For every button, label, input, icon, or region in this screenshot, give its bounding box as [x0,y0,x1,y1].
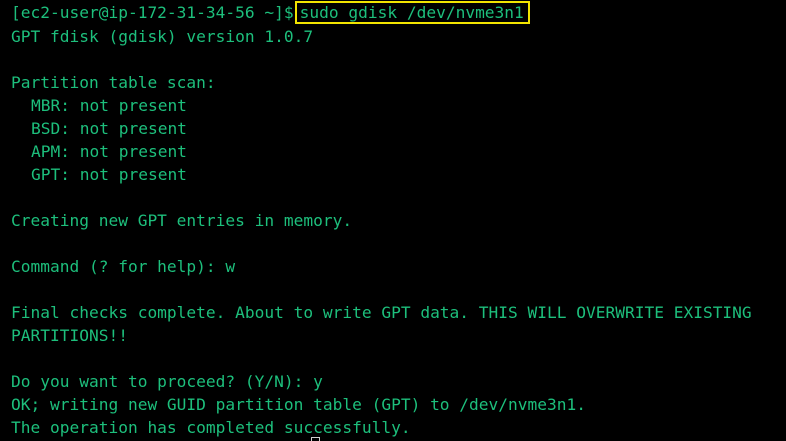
terminal-window[interactable]: [ec2-user@ip-172-31-34-56 ~]$ sudo gdisk … [0,0,786,441]
final-checks-line-1: Final checks complete. About to write GP… [11,303,752,322]
command-prompt-line: Command (? for help): w [11,257,236,276]
writing-line: OK; writing new GUID partition table (GP… [11,395,586,414]
scan-mbr-line: MBR: not present [31,96,187,115]
proceed-line: Do you want to proceed? (Y/N): y [11,372,323,391]
scan-gpt-line: GPT: not present [31,165,187,184]
final-checks-line-2: PARTITIONS!! [11,326,128,345]
text-cursor [311,437,320,441]
scan-header: Partition table scan: [11,73,216,92]
completed-line: The operation has completed successfully… [11,418,411,437]
scan-bsd-line: BSD: not present [31,119,187,138]
version-line: GPT fdisk (gdisk) version 1.0.7 [11,27,314,46]
shell-prompt: [ec2-user@ip-172-31-34-56 ~]$ [11,3,294,22]
prompt-line: [ec2-user@ip-172-31-34-56 ~]$ sudo gdisk … [11,1,530,24]
highlighted-command: sudo gdisk /dev/nvme3n1 [294,1,530,24]
creating-entries-line: Creating new GPT entries in memory. [11,211,353,230]
scan-apm-line: APM: not present [31,142,187,161]
